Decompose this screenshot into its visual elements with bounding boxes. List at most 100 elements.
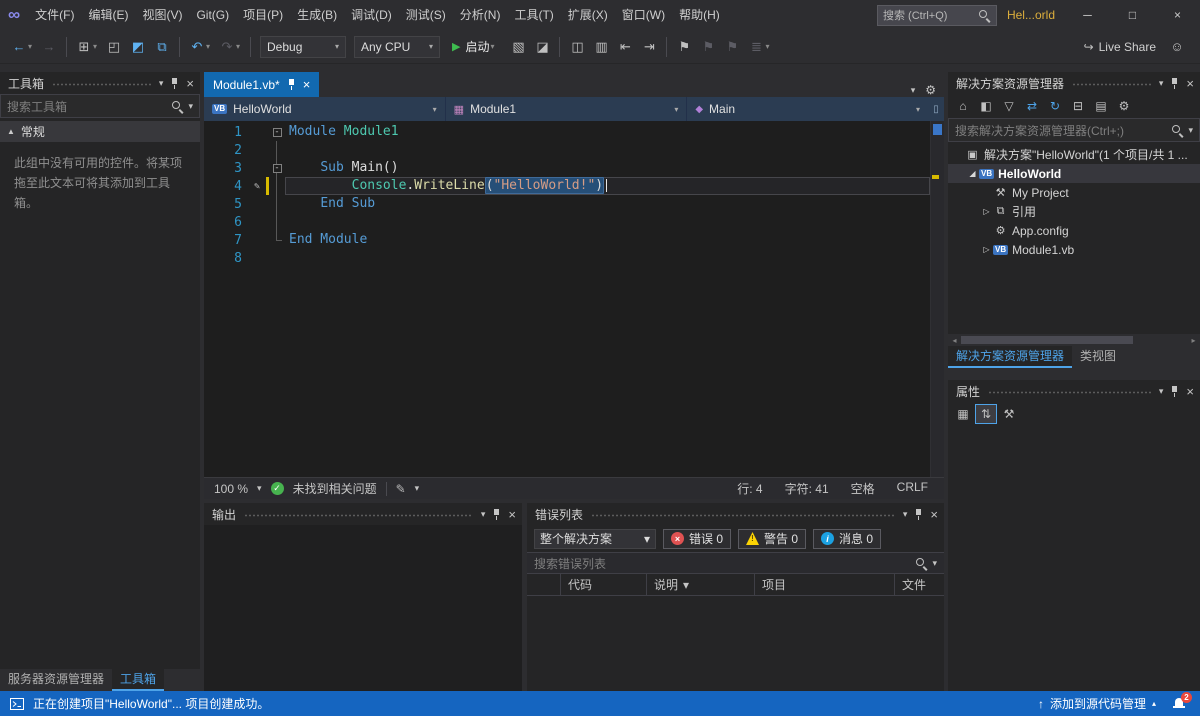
close-icon[interactable]: ×	[1186, 385, 1194, 398]
scrollbar-thumb[interactable]	[961, 336, 1133, 344]
new-project-icon[interactable]: ⊞	[73, 35, 95, 59]
solution-configuration-dropdown[interactable]: Debug▾	[260, 36, 346, 58]
menu-item[interactable]: 编辑(E)	[81, 0, 135, 30]
start-button[interactable]: ▶启动▾	[445, 35, 505, 59]
search-options-chevron-icon[interactable]: ▾	[1188, 125, 1193, 136]
window-position-chevron-icon[interactable]: ▾	[1159, 386, 1164, 397]
column-header[interactable]: 代码	[561, 574, 647, 595]
column-header[interactable]	[527, 574, 561, 595]
tree-item[interactable]: ⚒My Project	[948, 183, 1200, 202]
column-filter-icon[interactable]: ▾	[683, 578, 689, 592]
member-dropdown[interactable]: ◆ Main ▾	[687, 97, 928, 121]
error-scope-dropdown[interactable]: 整个解决方案 ▾	[534, 529, 656, 549]
window-position-chevron-icon[interactable]: ▾	[903, 509, 908, 520]
error-list-search-input[interactable]: 搜索错误列表 ▾	[527, 552, 944, 574]
undo-icon[interactable]: ↶	[186, 35, 208, 59]
scroll-right-icon[interactable]: ▸	[1187, 336, 1200, 345]
solution-panel-tab[interactable]: 解决方案资源管理器	[948, 346, 1072, 368]
quick-launch-search[interactable]: 搜索 (Ctrl+Q)	[877, 5, 997, 26]
redo-icon[interactable]: ↷	[216, 35, 238, 59]
menu-item[interactable]: Git(G)	[189, 0, 236, 30]
pin-icon[interactable]	[914, 508, 923, 521]
search-options-chevron-icon[interactable]: ▾	[932, 558, 937, 569]
redo-icon-chevron[interactable]: ▾	[236, 42, 244, 51]
indent-decrease-icon[interactable]: ⇤	[614, 35, 636, 59]
pending-changes-filter-icon[interactable]: ▽	[998, 96, 1020, 116]
pin-icon[interactable]	[287, 78, 296, 91]
spaces-indicator[interactable]: 空格	[851, 480, 875, 497]
tool-window-tab[interactable]: 服务器资源管理器	[0, 669, 112, 691]
fold-margin[interactable]	[269, 231, 285, 249]
solution-horizontal-scrollbar[interactable]: ◂ ▸	[948, 334, 1200, 346]
refresh-icon[interactable]: ↻	[1044, 96, 1066, 116]
toolbox-section-general[interactable]: ▲ 常规	[0, 121, 200, 142]
tree-item[interactable]: ◢VBHelloWorld	[948, 164, 1200, 183]
document-tab[interactable]: Module1.vb* ×	[204, 72, 319, 97]
home-icon[interactable]: ⌂	[952, 96, 974, 116]
column-header[interactable]: 文件	[895, 574, 944, 595]
line-number[interactable]: 3	[204, 161, 248, 176]
fold-margin[interactable]	[269, 177, 285, 195]
menu-item[interactable]: 分析(N)	[453, 0, 508, 30]
column-header[interactable]: 项目	[755, 574, 895, 595]
line-number[interactable]: 4	[204, 179, 248, 194]
warning-filter-button[interactable]: !警告 0	[738, 529, 806, 549]
info-filter-button[interactable]: i消息 0	[813, 529, 881, 549]
tool-window-tab[interactable]: 工具箱	[112, 669, 164, 691]
previous-bookmark-icon[interactable]: ⚑	[697, 35, 719, 59]
find-in-files-icon[interactable]: ◫	[566, 35, 588, 59]
line-number[interactable]: 5	[204, 197, 248, 212]
quick-actions-icon[interactable]: ✎	[248, 181, 266, 192]
tree-expander-icon[interactable]: ◢	[966, 169, 979, 178]
drag-grip[interactable]	[1072, 81, 1151, 86]
save-icon[interactable]: ◩	[127, 35, 149, 59]
solution-panel-tab[interactable]: 类视图	[1072, 346, 1124, 368]
fold-margin[interactable]	[269, 195, 285, 213]
menu-item[interactable]: 工具(T)	[507, 0, 560, 30]
document-health-icon[interactable]: ✓	[271, 482, 284, 495]
feedback-icon[interactable]: ☺	[1166, 35, 1188, 59]
indent-increase-icon[interactable]: ⇥	[638, 35, 660, 59]
menu-item[interactable]: 视图(V)	[135, 0, 189, 30]
line-number[interactable]: 7	[204, 233, 248, 248]
categorized-icon[interactable]: ▦	[952, 404, 974, 424]
close-icon[interactable]: ×	[930, 508, 938, 521]
solution-platform-dropdown[interactable]: Any CPU▾	[354, 36, 440, 58]
show-all-files-icon[interactable]: ▤	[1090, 96, 1112, 116]
drag-grip[interactable]	[591, 512, 895, 517]
maximize-button[interactable]: □	[1110, 0, 1155, 30]
tree-item[interactable]: ▷VBModule1.vb	[948, 240, 1200, 259]
fold-margin[interactable]	[269, 213, 285, 231]
minimize-button[interactable]: ─	[1065, 0, 1110, 30]
split-editor-icon[interactable]: ▯	[928, 97, 944, 121]
undo-icon-chevron[interactable]: ▾	[206, 42, 214, 51]
drag-grip[interactable]	[988, 389, 1151, 394]
switch-views-icon[interactable]: ◧	[975, 96, 997, 116]
menu-item[interactable]: 文件(F)	[28, 0, 81, 30]
line-indicator[interactable]: 行: 4	[737, 480, 762, 497]
next-bookmark-icon[interactable]: ⚑	[721, 35, 743, 59]
menu-item[interactable]: 窗口(W)	[615, 0, 672, 30]
editor-vertical-scrollbar[interactable]	[930, 121, 944, 477]
attach-to-process-icon[interactable]: ▧	[507, 35, 529, 59]
toggle-bookmark-icon[interactable]: ⚑	[673, 35, 695, 59]
fold-margin[interactable]	[269, 249, 285, 267]
tree-item[interactable]: ⚙App.config	[948, 221, 1200, 240]
error-filter-button[interactable]: ×错误 0	[663, 529, 731, 549]
performance-profiler-icon[interactable]: ◪	[531, 35, 553, 59]
column-indicator[interactable]: 字符: 41	[785, 480, 829, 497]
solution-search-input[interactable]: 搜索解决方案资源管理器(Ctrl+;) ▾	[948, 118, 1200, 142]
close-icon[interactable]: ×	[1186, 77, 1194, 90]
add-to-source-control-button[interactable]: ↑ 添加到源代码管理 ▴	[1038, 695, 1156, 712]
fold-margin[interactable]: -	[269, 159, 285, 177]
scroll-left-icon[interactable]: ◂	[948, 336, 961, 345]
navigate-backward-icon-chevron[interactable]: ▾	[28, 42, 36, 51]
code-editor[interactable]: 1-Module Module123- Sub Main()4✎ Console…	[204, 121, 944, 477]
window-position-chevron-icon[interactable]: ▾	[159, 78, 164, 89]
line-ending-indicator[interactable]: CRLF	[897, 480, 928, 497]
properties-icon[interactable]: ⚙	[1113, 96, 1135, 116]
open-file-icon[interactable]: ◰	[103, 35, 125, 59]
search-options-chevron-icon[interactable]: ▾	[188, 101, 193, 112]
window-position-chevron-icon[interactable]: ▾	[481, 509, 486, 520]
output-content[interactable]	[204, 525, 522, 691]
